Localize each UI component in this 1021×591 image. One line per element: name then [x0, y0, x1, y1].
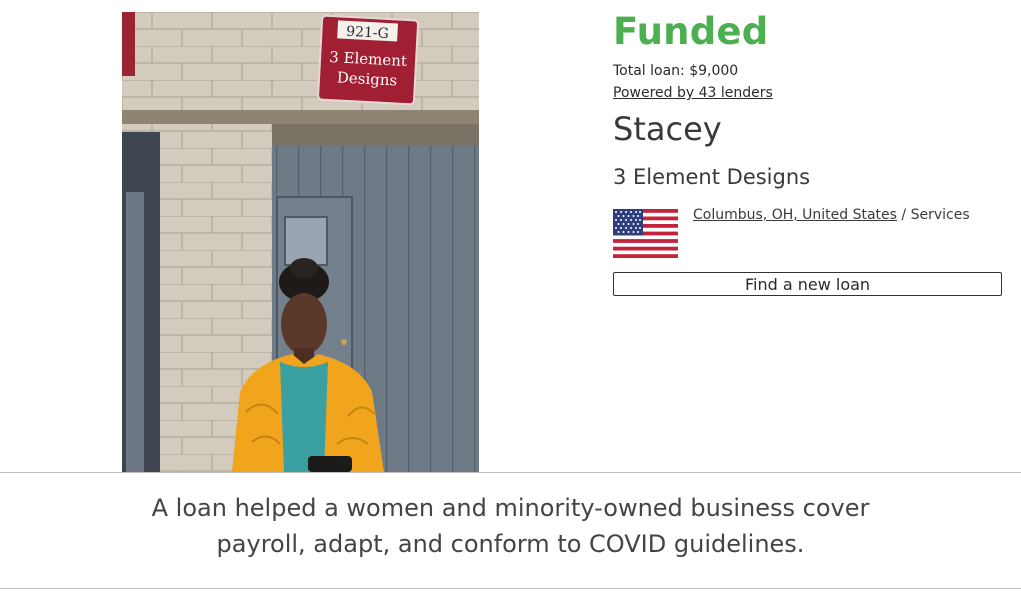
story-line-2: payroll, adapt, and conform to COVID gui… [216, 530, 805, 558]
loan-story: A loan helped a women and minority-owned… [0, 490, 1021, 562]
loan-page: 921-G 3 Element Designs Funded Total loa… [0, 0, 1021, 591]
sign-number: 921-G [346, 24, 389, 42]
us-flag-icon [613, 209, 678, 258]
location-sector-line: Columbus, OH, United States / Services [693, 207, 970, 223]
sector-label: Services [910, 207, 970, 223]
find-new-loan-button[interactable]: Find a new loan [613, 272, 1002, 296]
location-link[interactable]: Columbus, OH, United States [693, 207, 897, 223]
borrower-name: Stacey [613, 110, 722, 148]
story-line-1: A loan helped a women and minority-owned… [151, 494, 870, 522]
lenders-link[interactable]: Powered by 43 lenders [613, 85, 773, 101]
borrower-photo: 921-G 3 Element Designs [122, 12, 479, 472]
section-divider-bottom [0, 588, 1021, 589]
sign-line2: Designs [336, 68, 397, 89]
total-loan-amount: Total loan: $9,000 [613, 63, 739, 79]
section-divider [0, 472, 1021, 473]
business-name: 3 Element Designs [613, 165, 811, 189]
location-separator: / [896, 207, 911, 223]
funded-status: Funded [613, 10, 769, 53]
